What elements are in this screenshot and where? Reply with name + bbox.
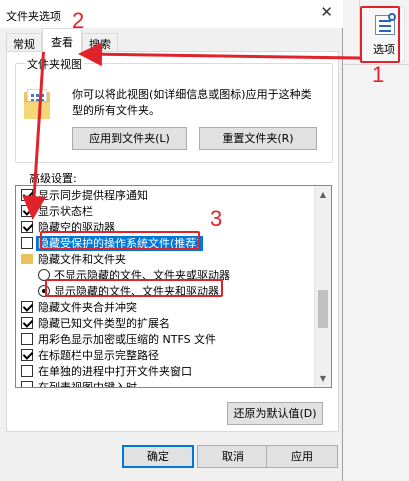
annotation-number-3: 3 xyxy=(210,206,223,231)
arrow-to-view-tab xyxy=(78,42,361,67)
arrow-to-settings xyxy=(22,43,47,220)
annotation-arrows xyxy=(22,42,361,220)
annotation-number-1: 1 xyxy=(372,62,385,87)
tab-view[interactable]: 查看 xyxy=(42,28,82,52)
